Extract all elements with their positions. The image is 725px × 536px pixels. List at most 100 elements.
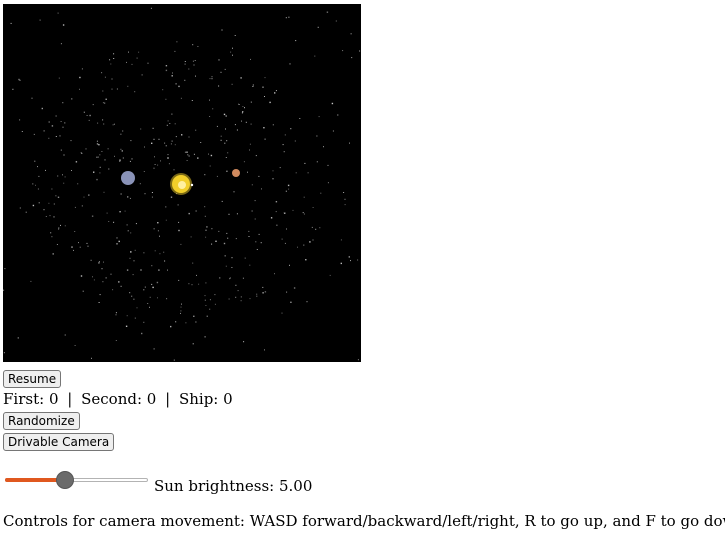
star: [73, 249, 74, 251]
star: [190, 236, 192, 238]
planet-right: [232, 169, 240, 177]
star: [261, 188, 262, 190]
star: [211, 76, 213, 78]
star: [120, 193, 122, 195]
star: [48, 137, 50, 139]
star: [284, 134, 286, 136]
star: [107, 148, 109, 150]
star: [88, 194, 90, 196]
star: [166, 124, 168, 126]
randomize-button[interactable]: Randomize: [3, 412, 80, 430]
star: [211, 243, 213, 245]
star: [200, 142, 202, 143]
star: [83, 196, 85, 198]
star: [62, 126, 64, 128]
star: [172, 72, 173, 74]
star: [97, 156, 99, 158]
star: [93, 171, 95, 173]
simulation-canvas[interactable]: [3, 4, 361, 362]
sun-brightness-slider[interactable]: [5, 470, 148, 490]
star: [244, 257, 246, 259]
star: [81, 68, 83, 70]
star: [230, 51, 232, 53]
star: [233, 191, 235, 193]
star: [91, 215, 94, 217]
star: [136, 57, 138, 59]
star: [127, 230, 129, 232]
star: [320, 192, 322, 194]
star: [118, 240, 120, 243]
star: [19, 119, 21, 121]
drivable-camera-button[interactable]: Drivable Camera: [3, 433, 115, 451]
star: [103, 123, 105, 125]
star: [343, 192, 345, 193]
star: [228, 298, 230, 300]
star: [57, 196, 60, 198]
star: [240, 300, 242, 302]
star: [119, 159, 121, 161]
star: [75, 161, 78, 163]
star: [51, 188, 53, 190]
star: [249, 149, 250, 151]
star: [19, 207, 21, 209]
star: [64, 225, 66, 227]
star: [112, 289, 114, 291]
star: [89, 114, 91, 117]
star: [74, 206, 76, 208]
score-ship-label: Ship:: [178, 390, 219, 408]
star: [252, 86, 254, 87]
star: [208, 153, 209, 155]
star: [78, 242, 79, 244]
star: [126, 224, 128, 226]
star: [108, 168, 110, 170]
resume-button[interactable]: Resume: [3, 370, 62, 388]
star: [143, 171, 145, 172]
star: [237, 290, 239, 292]
star: [211, 228, 213, 230]
score-second-label: Second:: [81, 390, 143, 408]
star: [51, 125, 54, 127]
star: [232, 47, 233, 49]
star: [251, 184, 253, 186]
star: [192, 343, 194, 345]
star: [159, 253, 161, 255]
star: [241, 120, 242, 122]
star: [224, 68, 226, 70]
star: [35, 184, 36, 186]
star: [173, 169, 175, 171]
star: [167, 154, 169, 156]
star: [97, 122, 99, 124]
star: [111, 88, 113, 90]
star: [30, 280, 32, 282]
star: [4, 268, 6, 270]
star: [290, 128, 292, 130]
star: [212, 108, 214, 110]
star: [156, 281, 159, 284]
star: [151, 142, 153, 144]
star: [110, 63, 112, 65]
star: [315, 228, 317, 230]
star: [318, 116, 320, 118]
star: [332, 130, 334, 132]
star: [344, 198, 346, 200]
star: [188, 68, 190, 70]
star: [71, 246, 73, 248]
star: [147, 303, 149, 304]
star: [184, 63, 186, 65]
star: [33, 133, 35, 135]
star: [152, 286, 154, 289]
star: [140, 128, 142, 130]
star: [252, 84, 254, 86]
star: [131, 295, 133, 297]
star: [102, 119, 104, 121]
star: [90, 259, 92, 261]
star: [173, 359, 175, 361]
star: [178, 85, 180, 88]
star: [110, 273, 112, 275]
star: [175, 136, 177, 138]
star: [264, 138, 266, 140]
slider-thumb[interactable]: [56, 471, 75, 489]
star: [144, 146, 145, 148]
star: [153, 167, 155, 169]
star: [176, 41, 178, 43]
